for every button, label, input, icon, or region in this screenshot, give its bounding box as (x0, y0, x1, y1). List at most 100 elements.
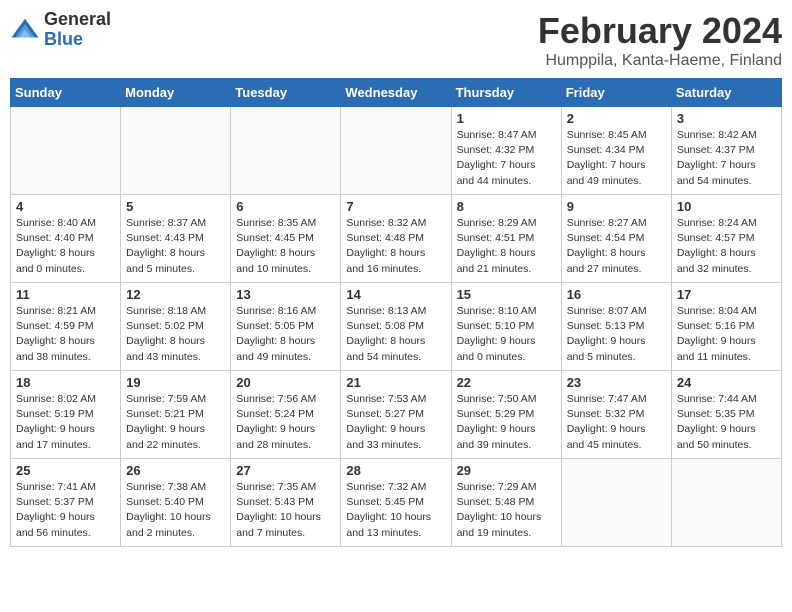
calendar-cell: 17Sunrise: 8:04 AMSunset: 5:16 PMDayligh… (671, 283, 781, 371)
day-number: 7 (346, 199, 445, 214)
day-number: 15 (457, 287, 556, 302)
day-info: Sunrise: 8:07 AMSunset: 5:13 PMDaylight:… (567, 304, 666, 365)
day-info: Sunrise: 7:29 AMSunset: 5:48 PMDaylight:… (457, 480, 556, 541)
calendar-cell (561, 459, 671, 547)
day-info: Sunrise: 7:50 AMSunset: 5:29 PMDaylight:… (457, 392, 556, 453)
day-info: Sunrise: 8:02 AMSunset: 5:19 PMDaylight:… (16, 392, 115, 453)
day-number: 11 (16, 287, 115, 302)
day-info: Sunrise: 7:38 AMSunset: 5:40 PMDaylight:… (126, 480, 225, 541)
calendar-table: SundayMondayTuesdayWednesdayThursdayFrid… (10, 78, 782, 547)
day-number: 24 (677, 375, 776, 390)
calendar-week-row: 18Sunrise: 8:02 AMSunset: 5:19 PMDayligh… (11, 371, 782, 459)
calendar-cell: 6 Sunrise: 8:35 AMSunset: 4:45 PMDaylight… (231, 195, 341, 283)
day-number: 14 (346, 287, 445, 302)
calendar-cell: 8 Sunrise: 8:29 AMSunset: 4:51 PMDaylight… (451, 195, 561, 283)
day-of-week-header: Monday (121, 79, 231, 107)
location: Humppila, Kanta-Haeme, Finland (538, 52, 782, 70)
month-title: February 2024 (538, 10, 782, 52)
day-info: Sunrise: 8:10 AMSunset: 5:10 PMDaylight:… (457, 304, 556, 365)
day-number: 17 (677, 287, 776, 302)
calendar-cell (121, 107, 231, 195)
day-number: 4 (16, 199, 115, 214)
day-of-week-header: Tuesday (231, 79, 341, 107)
calendar-cell: 11 Sunrise: 8:21 AMSunset: 4:59 PMDayligh… (11, 283, 121, 371)
day-number: 27 (236, 463, 335, 478)
day-info: Sunrise: 7:53 AMSunset: 5:27 PMDaylight:… (346, 392, 445, 453)
calendar-cell: 4 Sunrise: 8:40 AMSunset: 4:40 PMDaylight… (11, 195, 121, 283)
day-number: 1 (457, 111, 556, 126)
day-number: 13 (236, 287, 335, 302)
calendar-week-row: 11 Sunrise: 8:21 AMSunset: 4:59 PMDayligh… (11, 283, 782, 371)
day-of-week-header: Friday (561, 79, 671, 107)
day-info: Sunrise: 8:37 AMSunset: 4:43 PMDaylight:… (126, 216, 225, 277)
day-info: Sunrise: 7:59 AMSunset: 5:21 PMDaylight:… (126, 392, 225, 453)
day-number: 22 (457, 375, 556, 390)
day-info: Sunrise: 7:56 AMSunset: 5:24 PMDaylight:… (236, 392, 335, 453)
day-info: Sunrise: 7:32 AMSunset: 5:45 PMDaylight:… (346, 480, 445, 541)
calendar-cell: 12 Sunrise: 8:18 AMSunset: 5:02 PMDayligh… (121, 283, 231, 371)
day-of-week-header: Thursday (451, 79, 561, 107)
day-info: Sunrise: 7:41 AMSunset: 5:37 PMDaylight:… (16, 480, 115, 541)
calendar-cell: 19 Sunrise: 7:59 AMSunset: 5:21 PMDayligh… (121, 371, 231, 459)
day-number: 26 (126, 463, 225, 478)
calendar-cell: 16 Sunrise: 8:07 AMSunset: 5:13 PMDayligh… (561, 283, 671, 371)
day-info: Sunrise: 8:16 AMSunset: 5:05 PMDaylight:… (236, 304, 335, 365)
calendar-cell: 1 Sunrise: 8:47 AMSunset: 4:32 PMDaylight… (451, 107, 561, 195)
day-number: 23 (567, 375, 666, 390)
calendar-cell: 2 Sunrise: 8:45 AMSunset: 4:34 PMDaylight… (561, 107, 671, 195)
day-info: Sunrise: 8:29 AMSunset: 4:51 PMDaylight:… (457, 216, 556, 277)
day-number: 16 (567, 287, 666, 302)
calendar-header-row: SundayMondayTuesdayWednesdayThursdayFrid… (11, 79, 782, 107)
calendar-cell (11, 107, 121, 195)
calendar-cell: 27 Sunrise: 7:35 AMSunset: 5:43 PMDayligh… (231, 459, 341, 547)
calendar-cell: 23 Sunrise: 7:47 AMSunset: 5:32 PMDayligh… (561, 371, 671, 459)
day-number: 28 (346, 463, 445, 478)
calendar-cell: 18Sunrise: 8:02 AMSunset: 5:19 PMDayligh… (11, 371, 121, 459)
calendar-cell: 15 Sunrise: 8:10 AMSunset: 5:10 PMDayligh… (451, 283, 561, 371)
day-info: Sunrise: 8:21 AMSunset: 4:59 PMDaylight:… (16, 304, 115, 365)
logo: General Blue (10, 10, 111, 50)
calendar-cell: 5Sunrise: 8:37 AMSunset: 4:43 PMDaylight… (121, 195, 231, 283)
day-number: 6 (236, 199, 335, 214)
day-info: Sunrise: 8:47 AMSunset: 4:32 PMDaylight:… (457, 128, 556, 189)
page-header: General Blue February 2024 Humppila, Kan… (10, 10, 782, 70)
day-of-week-header: Wednesday (341, 79, 451, 107)
day-number: 10 (677, 199, 776, 214)
day-info: Sunrise: 8:42 AMSunset: 4:37 PMDaylight:… (677, 128, 776, 189)
day-number: 29 (457, 463, 556, 478)
calendar-cell: 29 Sunrise: 7:29 AMSunset: 5:48 PMDayligh… (451, 459, 561, 547)
calendar-week-row: 4 Sunrise: 8:40 AMSunset: 4:40 PMDaylight… (11, 195, 782, 283)
day-number: 9 (567, 199, 666, 214)
calendar-cell: 20Sunrise: 7:56 AMSunset: 5:24 PMDayligh… (231, 371, 341, 459)
calendar-cell: 25 Sunrise: 7:41 AMSunset: 5:37 PMDayligh… (11, 459, 121, 547)
calendar-cell (341, 107, 451, 195)
calendar-cell: 7 Sunrise: 8:32 AMSunset: 4:48 PMDaylight… (341, 195, 451, 283)
day-info: Sunrise: 7:44 AMSunset: 5:35 PMDaylight:… (677, 392, 776, 453)
day-number: 8 (457, 199, 556, 214)
day-of-week-header: Sunday (11, 79, 121, 107)
day-info: Sunrise: 8:18 AMSunset: 5:02 PMDaylight:… (126, 304, 225, 365)
calendar-cell: 22 Sunrise: 7:50 AMSunset: 5:29 PMDayligh… (451, 371, 561, 459)
day-info: Sunrise: 7:35 AMSunset: 5:43 PMDaylight:… (236, 480, 335, 541)
day-number: 21 (346, 375, 445, 390)
day-info: Sunrise: 7:47 AMSunset: 5:32 PMDaylight:… (567, 392, 666, 453)
logo-icon (10, 15, 40, 45)
calendar-cell: 13 Sunrise: 8:16 AMSunset: 5:05 PMDayligh… (231, 283, 341, 371)
day-info: Sunrise: 8:45 AMSunset: 4:34 PMDaylight:… (567, 128, 666, 189)
day-number: 2 (567, 111, 666, 126)
calendar-cell: 24 Sunrise: 7:44 AMSunset: 5:35 PMDayligh… (671, 371, 781, 459)
day-info: Sunrise: 8:35 AMSunset: 4:45 PMDaylight:… (236, 216, 335, 277)
day-info: Sunrise: 8:32 AMSunset: 4:48 PMDaylight:… (346, 216, 445, 277)
day-number: 12 (126, 287, 225, 302)
day-number: 19 (126, 375, 225, 390)
day-info: Sunrise: 8:13 AMSunset: 5:08 PMDaylight:… (346, 304, 445, 365)
title-block: February 2024 Humppila, Kanta-Haeme, Fin… (538, 10, 782, 70)
day-number: 25 (16, 463, 115, 478)
day-info: Sunrise: 8:40 AMSunset: 4:40 PMDaylight:… (16, 216, 115, 277)
day-info: Sunrise: 8:24 AMSunset: 4:57 PMDaylight:… (677, 216, 776, 277)
logo-text: General Blue (44, 10, 111, 50)
calendar-week-row: 25 Sunrise: 7:41 AMSunset: 5:37 PMDayligh… (11, 459, 782, 547)
calendar-cell: 21 Sunrise: 7:53 AMSunset: 5:27 PMDayligh… (341, 371, 451, 459)
calendar-cell: 14 Sunrise: 8:13 AMSunset: 5:08 PMDayligh… (341, 283, 451, 371)
calendar-cell: 26 Sunrise: 7:38 AMSunset: 5:40 PMDayligh… (121, 459, 231, 547)
